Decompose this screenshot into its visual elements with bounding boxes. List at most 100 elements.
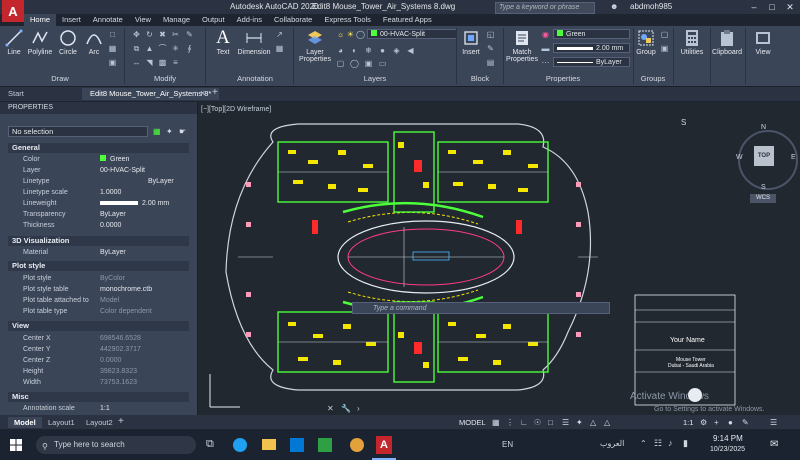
autocad-logo[interactable]: A	[2, 0, 24, 22]
store-icon[interactable]	[290, 438, 304, 452]
language-indicator[interactable]: EN	[502, 440, 513, 449]
circle-button[interactable]: Circle	[57, 29, 79, 56]
autocad-taskbar-icon[interactable]: A	[376, 436, 392, 454]
property-row-layer[interactable]: Layer 00-HVAC-Split	[8, 165, 189, 176]
layer-dropdown[interactable]: 00-HVAC-Split	[367, 29, 457, 39]
clock-date[interactable]: 10/23/2025	[710, 446, 745, 453]
quick-select-icon[interactable]: ▦	[153, 127, 161, 136]
network-icon[interactable]: ☷	[654, 438, 662, 449]
pickadd-icon[interactable]: ☛	[179, 127, 186, 136]
polyline-button[interactable]: Polyline	[26, 29, 54, 56]
edit-attributes-icon[interactable]: ▤	[486, 58, 495, 67]
close-icon[interactable]: ✕	[781, 0, 799, 14]
clipboard-button[interactable]: Clipboard	[712, 29, 742, 56]
wcs-dropdown[interactable]: WCS	[750, 194, 776, 203]
drawing-viewport[interactable]: [−][Top][2D Wireframe] TOP N S E W WCS S…	[198, 102, 800, 415]
add-icon[interactable]: +	[714, 418, 719, 427]
insert-button[interactable]: Insert	[459, 29, 483, 56]
layer-freeze-icon[interactable]: ❄	[364, 46, 373, 55]
chrome-icon[interactable]	[350, 438, 364, 452]
color-dropdown[interactable]: Green	[553, 29, 630, 39]
viewcube-top[interactable]: TOP	[754, 146, 774, 166]
section-plot-style[interactable]: Plot style	[8, 261, 189, 271]
tab-annotate[interactable]: Annotate	[87, 14, 129, 26]
compass-north[interactable]: N	[761, 124, 766, 131]
layer-previous-icon[interactable]: ◀	[406, 46, 415, 55]
hardware-acceleration-icon[interactable]: ✎	[742, 418, 749, 427]
fillet-icon[interactable]: ⌒	[158, 44, 167, 53]
excel-icon[interactable]	[318, 438, 332, 452]
ortho-icon[interactable]: ∟	[520, 418, 528, 427]
tab-output[interactable]: Output	[196, 14, 231, 26]
property-row-plot-table-attached[interactable]: Plot table attached to Model	[8, 295, 189, 306]
user-name[interactable]: abdmoh985	[630, 2, 672, 11]
mirror-icon[interactable]: ▲	[145, 44, 154, 53]
tab-home[interactable]: Home	[24, 14, 57, 26]
snap-icon[interactable]: ⋮	[506, 418, 514, 427]
property-row-height[interactable]: Height 39823.8323	[8, 366, 189, 377]
steering-wheel-icon[interactable]	[688, 388, 702, 402]
layer-delete-icon[interactable]: ▭	[378, 59, 387, 68]
selection-dropdown[interactable]: No selection	[8, 126, 148, 137]
volume-icon[interactable]: ♪	[668, 438, 673, 448]
copy-icon[interactable]: ⧉	[132, 44, 141, 53]
match-properties-button[interactable]: Match Properties	[506, 29, 538, 63]
stretch-icon[interactable]: ↔	[132, 58, 141, 67]
minimize-icon[interactable]: –	[745, 0, 763, 14]
compass-east[interactable]: E	[791, 154, 796, 161]
section-3d-visualization[interactable]: 3D Visualization	[8, 236, 189, 246]
tab-model[interactable]: Model	[8, 417, 42, 428]
tab-manage[interactable]: Manage	[157, 14, 196, 26]
section-misc[interactable]: Misc	[8, 392, 189, 402]
model-space-button[interactable]: MODEL	[459, 418, 486, 427]
select-objects-icon[interactable]: ✦	[166, 127, 173, 136]
selection-cycling-icon[interactable]: ✦	[576, 418, 583, 427]
new-tab-icon[interactable]: +	[212, 87, 218, 98]
tab-collaborate[interactable]: Collaborate	[268, 14, 318, 26]
tab-express-tools[interactable]: Express Tools	[318, 14, 377, 26]
layer-walk-icon[interactable]: ▢	[336, 59, 345, 68]
group-button[interactable]: Group	[635, 29, 657, 56]
grid-icon[interactable]: ▦	[492, 418, 500, 427]
scale-icon[interactable]: ◥	[145, 58, 154, 67]
property-row-center-z[interactable]: Center Z 0.0000	[8, 355, 189, 366]
customize-status-icon[interactable]: ☰	[770, 418, 777, 427]
chevron-up-icon[interactable]: ⌃	[640, 439, 647, 448]
property-row-plot-table-type[interactable]: Plot table type Color dependent	[8, 306, 189, 317]
array-icon[interactable]: ▩	[158, 58, 167, 67]
property-row-material[interactable]: Material ByLayer	[8, 247, 189, 258]
layer-state-icon[interactable]: ◯	[350, 59, 359, 68]
property-row-plot-style[interactable]: Plot style ByColor	[8, 273, 189, 284]
bulb-icon[interactable]: ☼	[336, 30, 345, 39]
file-explorer-icon[interactable]	[262, 439, 276, 450]
annotation-visibility-icon[interactable]: △	[590, 418, 596, 427]
move-icon[interactable]: ✥	[132, 30, 141, 39]
customize-command-icon[interactable]: 🔧	[341, 404, 351, 413]
compass-south[interactable]: S	[761, 184, 766, 191]
annotation-autoscale-icon[interactable]: △	[604, 418, 610, 427]
text-button[interactable]: A Text	[212, 27, 234, 56]
property-row-annotation-scale[interactable]: Annotation scale 1:1	[8, 403, 189, 414]
compass-west[interactable]: W	[736, 154, 743, 161]
section-general[interactable]: General	[8, 143, 189, 153]
ungroup-icon[interactable]: ▢	[660, 30, 669, 39]
taskbar-search[interactable]: Type here to search	[36, 436, 196, 454]
command-input[interactable]: Type a command	[352, 302, 610, 314]
edit-block-icon[interactable]: ✎	[486, 44, 495, 53]
section-view[interactable]: View	[8, 321, 189, 331]
gradient-icon[interactable]: ▣	[108, 58, 117, 67]
edit-icon[interactable]: ✎	[185, 30, 194, 39]
line-button[interactable]: Line	[4, 29, 24, 56]
maximize-icon[interactable]: □	[763, 0, 781, 14]
layer-merge-icon[interactable]: ▣	[364, 59, 373, 68]
help-search-input[interactable]: Type a keyword or phrase	[495, 2, 595, 14]
edge-icon[interactable]	[233, 438, 247, 452]
osnap-icon[interactable]: □	[548, 418, 553, 427]
close-command-icon[interactable]: ✕	[327, 404, 334, 413]
windows-start-icon[interactable]	[10, 439, 22, 451]
layer-lock-icon[interactable]: ●	[378, 46, 387, 55]
layer-off-icon[interactable]: ◐	[350, 46, 359, 55]
arc-button[interactable]: Arc	[84, 29, 104, 56]
property-row-center-x[interactable]: Center X 698546.6528	[8, 333, 189, 344]
hatch-icon[interactable]: ▦	[108, 44, 117, 53]
